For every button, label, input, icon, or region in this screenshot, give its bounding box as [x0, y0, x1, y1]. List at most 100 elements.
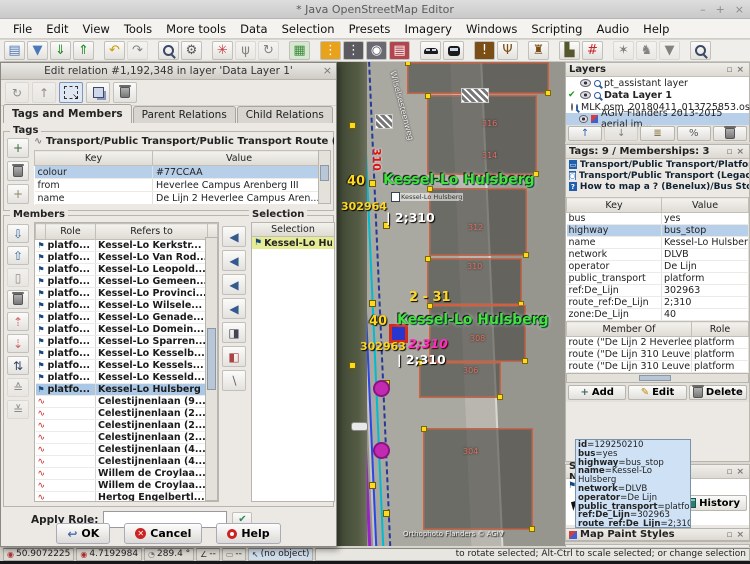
- search-button[interactable]: [158, 41, 179, 60]
- minimize-icon[interactable]: –: [700, 3, 706, 16]
- apply-changes-button[interactable]: ↑: [32, 82, 56, 103]
- layer-row[interactable]: ✔ Data Layer 1: [566, 89, 749, 101]
- maximize-icon[interactable]: +: [716, 3, 725, 16]
- menu-item[interactable]: Edit: [39, 20, 75, 38]
- preset-level-crossing-button[interactable]: #: [582, 41, 603, 60]
- member-row[interactable]: Celestijnenlaan (9...: [35, 395, 218, 408]
- close-panel-icon[interactable]: ×: [734, 65, 746, 75]
- applied-preset-link[interactable]: ∿ Transport/Public Transport/Public Tran…: [34, 136, 334, 147]
- delete-button[interactable]: Delete: [688, 385, 747, 400]
- tag-row[interactable]: zone:De_Lijn 40: [566, 308, 749, 321]
- delete-members-button[interactable]: [7, 290, 29, 309]
- tag-row[interactable]: highway bus_stop: [566, 224, 749, 237]
- close-panel-icon[interactable]: ×: [734, 467, 746, 477]
- member-row[interactable]: Celestijnenlaan (2...: [35, 407, 218, 420]
- tag-row[interactable]: operator De Lijn: [566, 260, 749, 273]
- preset-link[interactable]: ? How to map a ? (Benelux)/Bus Stop ...: [566, 181, 749, 192]
- way-node[interactable]: [349, 122, 356, 129]
- retrieve-tag-button[interactable]: +: [7, 184, 29, 204]
- redo-button[interactable]: ↷: [127, 41, 148, 60]
- select-members-button[interactable]: ◨: [222, 322, 246, 343]
- layer-down-button[interactable]: ↓: [604, 126, 639, 141]
- refresh-relation-button[interactable]: ↻: [5, 82, 29, 103]
- menu-item[interactable]: More tools: [159, 20, 233, 38]
- stick-panel-icon[interactable]: ▫: [724, 147, 734, 157]
- preset-bus-button[interactable]: [443, 41, 464, 60]
- key-column-header[interactable]: Key: [566, 197, 662, 213]
- preset-motorway-button[interactable]: ⋮: [320, 41, 341, 60]
- member-row[interactable]: Celestijnenlaan (2...: [35, 419, 218, 432]
- menu-item[interactable]: Selection: [275, 20, 342, 38]
- member-row[interactable]: platfo... Kessel-Lo Sparren...: [35, 335, 218, 348]
- way-node[interactable]: [383, 510, 390, 517]
- upload-osm-button[interactable]: ⇑: [73, 41, 94, 60]
- menu-item[interactable]: File: [6, 20, 39, 38]
- member-row[interactable]: platfo... Kessel-Lo Leopold...: [35, 263, 218, 276]
- preset-link[interactable]: ◙ Transport/Public Transport (Legacy)/Bu…: [566, 170, 749, 181]
- preset-disabled-button-1[interactable]: ✶: [613, 41, 634, 60]
- visibility-eye-icon[interactable]: [578, 115, 589, 123]
- preset-bus-platform-button[interactable]: ◉: [366, 41, 387, 60]
- relation-tag-row[interactable]: from Heverlee Campus Arenberg III: [34, 178, 326, 192]
- sort-above-button[interactable]: ≚: [7, 400, 29, 419]
- layer-opacity-button[interactable]: %: [676, 126, 711, 141]
- membership-row[interactable]: route ("De Lijn 310 Leuven Station -... …: [566, 348, 749, 361]
- map-canvas[interactable]: Wilselsesteenweg 310 40 Kessel-Lo Hulsberg K…: [337, 62, 565, 546]
- delete-relation-button[interactable]: [113, 82, 137, 103]
- member-of-column-header[interactable]: Member Of: [566, 321, 692, 337]
- stick-panel-icon[interactable]: ▫: [724, 65, 734, 75]
- remove-selected-members-button[interactable]: ◧: [222, 346, 246, 367]
- menu-item[interactable]: Windows: [459, 20, 524, 38]
- tag-row[interactable]: bus yes: [566, 212, 749, 225]
- visibility-eye-icon[interactable]: [580, 91, 591, 99]
- layer-delete-button[interactable]: [712, 126, 748, 141]
- merge-button[interactable]: ψ: [235, 41, 256, 60]
- member-row[interactable]: platfo... Kessel-Lo Wilsele...: [35, 299, 218, 312]
- tag-row[interactable]: name Kessel-Lo Hulsberg: [566, 236, 749, 249]
- dialog-tab[interactable]: Tags and Members: [3, 104, 132, 123]
- duplicate-relation-button[interactable]: [86, 82, 110, 103]
- member-row[interactable]: Celestijnenlaan (4...: [35, 455, 218, 468]
- horizontal-scrollbar[interactable]: [566, 373, 749, 383]
- member-row[interactable]: Willem de Croylaa...: [35, 479, 218, 492]
- role-column-header[interactable]: Role: [691, 321, 749, 337]
- copy-members-down-button[interactable]: ⇩: [7, 224, 29, 243]
- close-panel-icon[interactable]: ×: [734, 530, 746, 540]
- member-row[interactable]: Celestijnenlaan (2...: [35, 431, 218, 444]
- sync-button[interactable]: ↻: [258, 41, 279, 60]
- sort-members-button[interactable]: ⇅: [7, 356, 29, 375]
- member-row[interactable]: Hertog Engelbertl...: [35, 491, 218, 501]
- preset-disabled-button-2[interactable]: ♞: [636, 41, 657, 60]
- add-tag-button[interactable]: +: [7, 138, 29, 158]
- refers-to-column-header[interactable]: Refers to: [95, 223, 208, 240]
- download-incomplete-members-button[interactable]: ∖: [222, 370, 246, 391]
- menu-item[interactable]: Imagery: [397, 20, 459, 38]
- sort-below-button[interactable]: ≙: [7, 378, 29, 397]
- select-relation-button[interactable]: [59, 82, 83, 103]
- help-button[interactable]: Help: [216, 523, 281, 544]
- member-row[interactable]: platfo... Kessel-Lo Hulsberg: [35, 383, 218, 396]
- layer-activate-button[interactable]: ≣: [640, 126, 675, 141]
- menu-item[interactable]: Presets: [342, 20, 398, 38]
- layer-row[interactable]: AGIV Flanders 2013-2015 aerial im...: [566, 108, 749, 130]
- way-node[interactable]: [369, 482, 376, 489]
- preset-car-button[interactable]: [420, 41, 441, 60]
- member-row[interactable]: Celestijnenlaan (4...: [35, 443, 218, 456]
- member-row[interactable]: platfo... Kessel-Lo Kesselb...: [35, 347, 218, 360]
- way-node[interactable]: [369, 180, 376, 187]
- membership-row[interactable]: route ("De Lijn 2 Heverlee Campus ... pl…: [566, 336, 749, 349]
- preset-wall-button[interactable]: ▤: [389, 41, 410, 60]
- download-osm-button[interactable]: ⇓: [50, 41, 71, 60]
- move-member-down-button[interactable]: ⇣: [7, 334, 29, 353]
- cancel-button[interactable]: ✕ Cancel: [124, 523, 203, 544]
- stick-panel-icon[interactable]: ▫: [724, 467, 734, 477]
- open-file-button[interactable]: ▤: [4, 41, 25, 60]
- relation-tag-row[interactable]: colour #77CCAA: [34, 165, 326, 179]
- paste-members-button[interactable]: ▯: [7, 268, 29, 287]
- tags-scrollbar[interactable]: [318, 150, 331, 204]
- menu-item[interactable]: View: [76, 20, 117, 38]
- stop-position-node[interactable]: [373, 380, 390, 397]
- add-selected-before-button[interactable]: ◀: [222, 250, 246, 271]
- add-selected-at-end-button[interactable]: ◀: [222, 298, 246, 319]
- ok-button[interactable]: ↩ OK: [56, 523, 111, 544]
